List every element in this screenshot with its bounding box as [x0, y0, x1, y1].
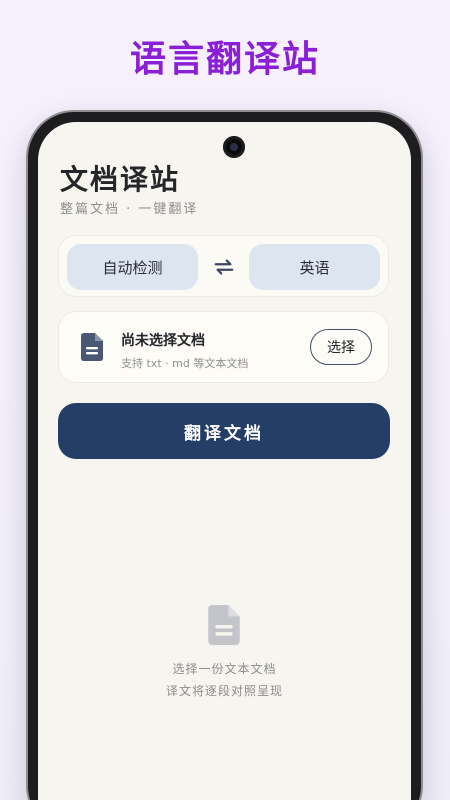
empty-state-line-1: 选择一份文本文档: [172, 662, 277, 676]
file-picker-card: 尚未选择文档 支持 txt · md 等文本文档 选择: [58, 311, 389, 383]
app-screen: 文档译站 整篇文档 · 一键翻译 自动检测 英语 尚未选择文档 支持 txt ·…: [38, 122, 411, 800]
language-selector: 自动检测 英语: [58, 235, 389, 297]
choose-file-button[interactable]: 选择: [310, 329, 372, 365]
phone-frame: 文档译站 整篇文档 · 一键翻译 自动检测 英语 尚未选择文档 支持 txt ·…: [28, 112, 421, 800]
swap-arrows-icon[interactable]: [213, 256, 235, 278]
document-icon: [208, 605, 240, 645]
empty-state-line-2: 译文将逐段对照呈现: [165, 684, 283, 698]
target-language-button[interactable]: 英语: [249, 244, 380, 290]
app-title: 文档译站: [60, 163, 181, 196]
translate-document-button[interactable]: 翻译文档: [58, 403, 390, 459]
file-status: 尚未选择文档: [121, 333, 205, 349]
app-subtitle: 整篇文档 · 一键翻译: [60, 202, 199, 217]
front-camera: [223, 136, 245, 158]
promo-title: 语言翻译站: [129, 39, 320, 80]
source-language-button[interactable]: 自动检测: [67, 244, 198, 290]
file-format-hint: 支持 txt · md 等文本文档: [121, 357, 249, 370]
document-icon: [81, 333, 103, 361]
